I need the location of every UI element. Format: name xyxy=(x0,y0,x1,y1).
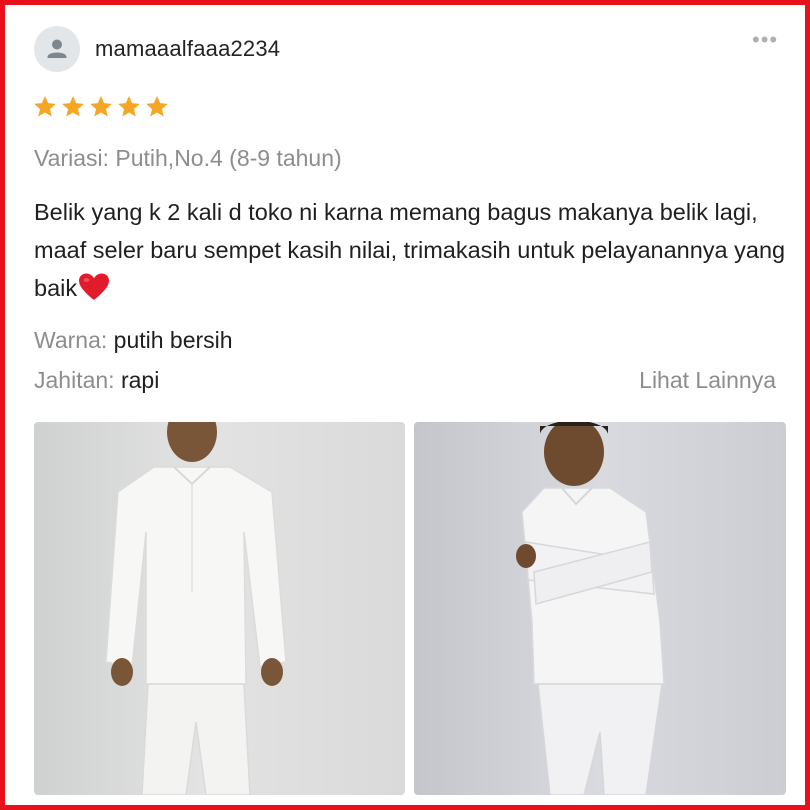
attribute-warna: Warna: putih bersih xyxy=(34,327,233,354)
photo-1-illustration xyxy=(105,422,287,795)
attribute-value: putih bersih xyxy=(113,327,233,353)
avatar[interactable] xyxy=(34,26,80,72)
attribute-label: Jahitan: xyxy=(34,367,115,393)
more-options-button[interactable]: ••• xyxy=(752,29,778,51)
star-rating xyxy=(32,94,170,120)
star-icon xyxy=(90,95,112,117)
review-card: mamaaalfaaa2234 ••• Variasi: Putih,No.4 … xyxy=(0,0,810,810)
attribute-value: rapi xyxy=(120,367,160,393)
review-photo-1[interactable] xyxy=(34,422,405,795)
variation-label: Variasi: Putih,No.4 (8-9 tahun) xyxy=(34,145,342,171)
star-icon xyxy=(146,95,168,117)
star-icon xyxy=(34,95,56,117)
star-icon xyxy=(62,95,84,117)
heart-emoji-icon xyxy=(79,273,110,300)
review-photo-2[interactable] xyxy=(414,422,786,795)
user-icon xyxy=(47,39,67,58)
review-text: Belik yang k 2 kali d toko ni karna mema… xyxy=(34,199,786,301)
star-icon xyxy=(118,95,140,117)
see-more-link[interactable]: Lihat Lainnya xyxy=(639,367,776,394)
attribute-jahitan: Jahitan: rapi xyxy=(34,367,159,394)
reviewer-username[interactable]: mamaaalfaaa2234 xyxy=(95,36,280,62)
attribute-label: Warna: xyxy=(34,327,108,353)
photo-2-illustration xyxy=(516,422,665,795)
review-text-block: Belik yang k 2 kali d toko ni karna mema… xyxy=(34,193,794,307)
